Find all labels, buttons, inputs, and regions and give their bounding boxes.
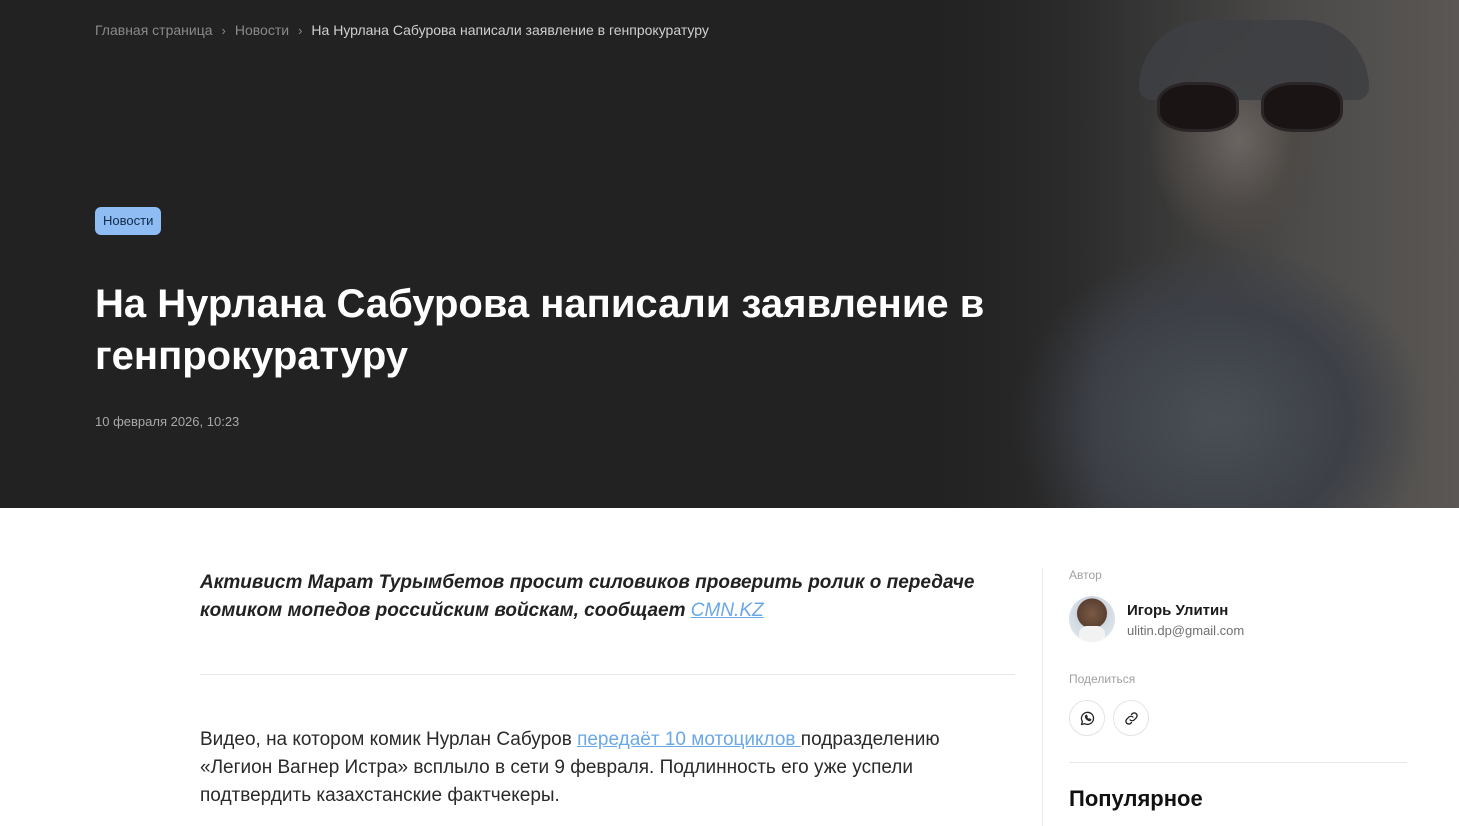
breadcrumb-home[interactable]: Главная страница — [95, 22, 213, 38]
body-link[interactable]: передаёт 10 мотоциклов — [577, 729, 801, 750]
hero-banner: Главная страница › Новости › На Нурлана … — [0, 0, 1459, 508]
breadcrumb: Главная страница › Новости › На Нурлана … — [95, 22, 709, 38]
author-avatar[interactable] — [1069, 596, 1115, 642]
author-email[interactable]: ulitin.dp@gmail.com — [1127, 623, 1244, 638]
sidebar-divider — [1069, 762, 1407, 763]
link-icon — [1124, 711, 1138, 725]
sidebar-divider-line — [1042, 568, 1043, 826]
article-divider — [200, 674, 1015, 675]
share-whatsapp-button[interactable] — [1069, 700, 1105, 736]
author-label: Автор — [1069, 568, 1102, 582]
chevron-right-icon: › — [298, 22, 303, 38]
article-title: На Нурлана Сабурова написали заявление в… — [95, 282, 985, 378]
breadcrumb-section[interactable]: Новости — [235, 22, 289, 38]
lead-text: Активист Марат Турымбетов просит силовик… — [200, 572, 975, 621]
whatsapp-icon — [1080, 711, 1094, 725]
category-tag[interactable]: Новости — [95, 207, 162, 235]
popular-heading: Популярное — [1069, 786, 1203, 811]
article-date: 10 февраля 2026, 10:23 — [95, 414, 240, 429]
copy-link-button[interactable] — [1113, 700, 1149, 736]
article-lead: Активист Марат Турымбетов просит силовик… — [200, 569, 1015, 625]
chevron-right-icon: › — [221, 22, 226, 38]
body-text-start: Видео, на котором комик Нурлан Сабуров — [200, 729, 578, 750]
share-label: Поделиться — [1069, 672, 1136, 686]
article-body: Видео, на котором комик Нурлан Сабуров п… — [200, 726, 1015, 810]
hero-photo — [899, 0, 1459, 508]
author-name[interactable]: Игорь Улитин — [1127, 602, 1228, 619]
source-link[interactable]: CMN.KZ — [691, 600, 764, 621]
breadcrumb-current: На Нурлана Сабурова написали заявление в… — [311, 22, 709, 38]
